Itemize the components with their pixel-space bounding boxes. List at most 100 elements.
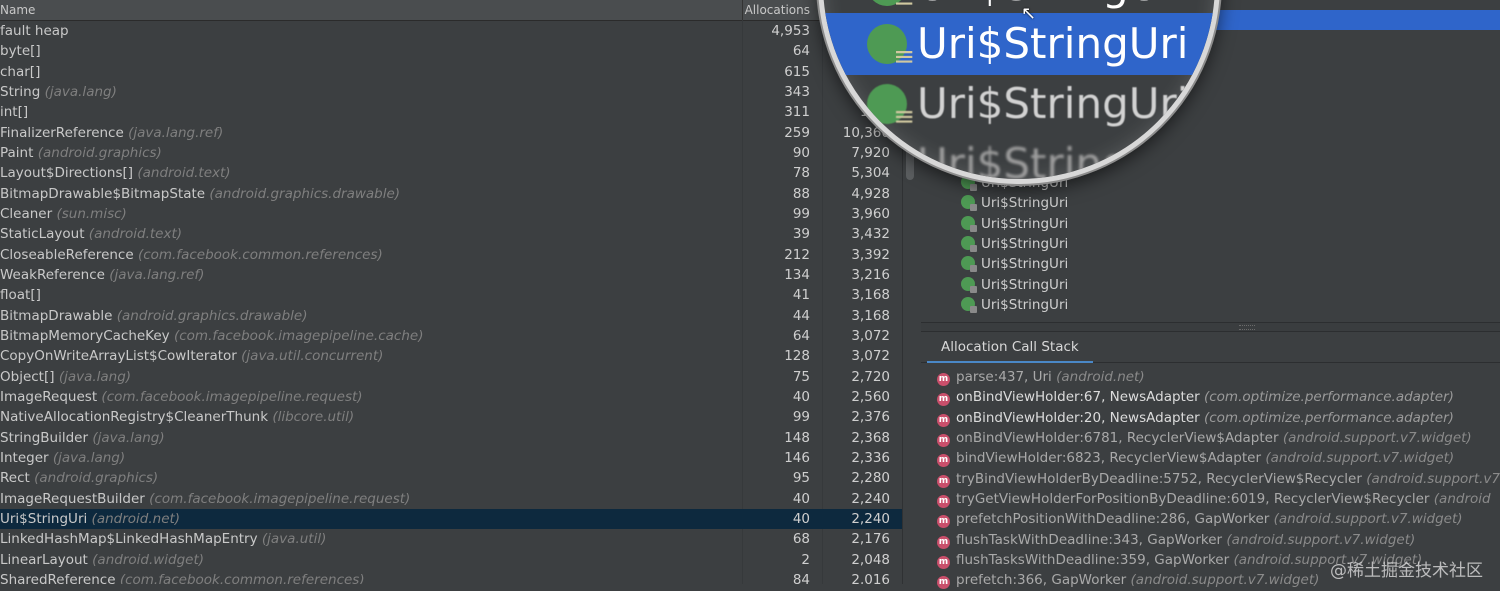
class-name: ImageRequestBuilder (com.facebook.imagep… bbox=[0, 489, 740, 509]
table-row[interactable]: Layout$Directions[] (android.text)785,30… bbox=[0, 163, 902, 183]
frame-package: (com.optimize.performance.adapter) bbox=[1203, 409, 1454, 426]
table-row[interactable]: StaticLayout (android.text) 39 3,432 bbox=[0, 224, 902, 244]
splitter-grip-icon[interactable] bbox=[1239, 325, 1255, 330]
table-row[interactable]: Uri$StringUri (android.net) 40 2,240 bbox=[0, 508, 902, 530]
magnified-row: Uri$StringUri bbox=[867, 19, 1188, 70]
frame-method: tryBindViewHolderByDeadline:5752, Recycl… bbox=[956, 470, 1362, 487]
column-header-name[interactable]: Name bbox=[0, 0, 35, 20]
package-name: (android.graphics) bbox=[37, 144, 162, 161]
class-name: SharedReference (com.facebook.common.ref… bbox=[0, 570, 740, 584]
stack-frame[interactable]: m tryBindViewHolderByDeadline:5752, Recyc… bbox=[937, 469, 1500, 489]
table-row[interactable]: fault heap 4,9537, bbox=[0, 21, 902, 41]
allocations-count: 68 bbox=[792, 531, 810, 548]
table-row[interactable]: CloseableReference (com.facebook.common.… bbox=[0, 245, 902, 265]
table-row[interactable]: Integer (java.lang) 146 2,336 bbox=[0, 448, 902, 468]
table-row[interactable]: WeakReference (java.lang.ref) 134 3,216 bbox=[0, 265, 902, 285]
heap-class-table: Name Allocations S fault heap 4,9537,byt… bbox=[0, 0, 902, 584]
class-name: Cleaner (sun.misc) bbox=[0, 204, 740, 224]
table-row[interactable]: BitmapDrawable$BitmapState (android.grap… bbox=[0, 184, 902, 204]
table-row[interactable]: Paint (android.graphics)907,920 bbox=[0, 143, 902, 163]
tab-allocation-call-stack[interactable]: Allocation Call Stack bbox=[927, 331, 1093, 363]
table-row[interactable]: float[] 41 3,168 bbox=[0, 285, 902, 305]
instance-item[interactable]: Uri$StringUri bbox=[961, 193, 1068, 213]
class-name: Integer (java.lang) bbox=[0, 448, 740, 468]
class-icon bbox=[867, 84, 915, 130]
class-name-text: StringBuilder bbox=[0, 429, 89, 446]
class-name: char[] bbox=[0, 62, 740, 82]
table-row[interactable]: NativeAllocationRegistry$CleanerThunk (l… bbox=[0, 407, 902, 427]
frame-package: (android.support.v7.widget) bbox=[1130, 572, 1320, 589]
table-row[interactable]: Cleaner (sun.misc) 99 3,960 bbox=[0, 204, 902, 224]
frame-package: (com.optimize.performance.adapter) bbox=[1203, 389, 1454, 406]
class-name: CopyOnWriteArrayList$CowIterator (java.u… bbox=[0, 346, 740, 366]
table-row[interactable]: LinkedHashMap$LinkedHashMapEntry (java.u… bbox=[0, 529, 902, 549]
table-row[interactable]: Object[] (java.lang) 75 2,720 bbox=[0, 367, 902, 387]
shallow-size: 2,240 bbox=[851, 490, 890, 507]
method-icon: m bbox=[937, 576, 950, 590]
table-row[interactable]: Rect (android.graphics) 95 2,280 bbox=[0, 468, 902, 488]
instance-label: Uri$StringUri bbox=[981, 276, 1069, 293]
frame-method: onBindViewHolder:20, NewsAdapter bbox=[956, 409, 1200, 426]
class-name: Layout$Directions[] (android.text) bbox=[0, 163, 740, 183]
table-row[interactable]: CopyOnWriteArrayList$CowIterator (java.u… bbox=[0, 346, 902, 366]
instance-label: Uri$StringUri bbox=[981, 235, 1069, 252]
method-icon: m bbox=[937, 494, 950, 508]
allocations-count: 78 bbox=[792, 165, 810, 182]
table-row[interactable]: int[] 31118,0 bbox=[0, 102, 902, 122]
stack-frame[interactable]: m bindViewHolder:6823, RecyclerView$Adapt… bbox=[937, 448, 1500, 468]
table-row[interactable]: StringBuilder (java.lang) 148 2,368 bbox=[0, 428, 902, 448]
class-name: WeakReference (java.lang.ref) bbox=[0, 265, 740, 285]
package-name: (com.facebook.imagepipeline.request) bbox=[149, 490, 411, 507]
stack-frame[interactable]: m tryGetViewHolderForPositionByDeadline:6… bbox=[937, 489, 1500, 509]
table-row[interactable]: ImageRequestBuilder (com.facebook.imagep… bbox=[0, 489, 902, 509]
frame-method: flushTasksWithDeadline:359, GapWorker bbox=[956, 551, 1230, 568]
stack-frame[interactable]: m flushTaskWithDeadline:343, GapWorker (a… bbox=[937, 530, 1500, 550]
class-name-text: int[] bbox=[0, 104, 29, 121]
class-name-text: Paint bbox=[0, 144, 34, 161]
stack-frame[interactable]: m onBindViewHolder:20, NewsAdapter (com.o… bbox=[937, 408, 1500, 428]
table-row[interactable]: char[] 6158 bbox=[0, 62, 902, 82]
class-icon bbox=[961, 235, 977, 252]
shallow-size: 3,072 bbox=[851, 327, 890, 344]
allocations-count: 615 bbox=[784, 63, 810, 80]
table-row[interactable]: BitmapMemoryCacheKey (com.facebook.image… bbox=[0, 326, 902, 346]
allocations-count: 88 bbox=[792, 185, 810, 202]
allocations-count: 41 bbox=[792, 287, 810, 304]
instance-item[interactable]: Uri$StringUri bbox=[961, 234, 1068, 254]
frame-method: tryGetViewHolderForPositionByDeadline:60… bbox=[956, 490, 1430, 507]
table-row[interactable]: ImageRequest (com.facebook.imagepipeline… bbox=[0, 387, 902, 407]
table-row[interactable]: FinalizerReference (java.lang.ref) 259 10,… bbox=[0, 123, 902, 143]
table-row[interactable]: BitmapDrawable (android.graphics.drawabl… bbox=[0, 306, 902, 326]
class-icon bbox=[867, 144, 915, 179]
method-icon: m bbox=[937, 413, 950, 427]
mouse-cursor-icon: ↖ bbox=[1021, 3, 1037, 24]
table-row[interactable]: LinearLayout (android.widget) 2 2,048 bbox=[0, 550, 902, 570]
frame-method: onBindViewHolder:6781, RecyclerView$Adap… bbox=[956, 429, 1279, 446]
instance-item[interactable]: Uri$StringUri bbox=[961, 254, 1068, 274]
class-name-text: ImageRequestBuilder bbox=[0, 490, 145, 507]
class-name-text: LinearLayout bbox=[0, 551, 88, 568]
package-name: (libcore.util) bbox=[272, 409, 355, 426]
instance-item[interactable]: Uri$StringUri bbox=[961, 214, 1068, 234]
allocations-count: 99 bbox=[792, 409, 810, 426]
stack-frame[interactable]: m parse:437, Uri (android.net) bbox=[937, 367, 1500, 387]
allocations-count: 75 bbox=[792, 368, 810, 385]
class-icon bbox=[961, 215, 977, 232]
instance-item[interactable]: Uri$StringUri bbox=[961, 275, 1068, 295]
package-name: (com.facebook.imagepipeline.cache) bbox=[173, 327, 424, 344]
table-row[interactable]: byte[] 646, bbox=[0, 41, 902, 61]
instance-item[interactable]: Uri$StringUri bbox=[961, 295, 1068, 315]
table-row[interactable]: SharedReference (com.facebook.common.ref… bbox=[0, 570, 902, 584]
allocations-count: 311 bbox=[784, 104, 810, 121]
method-icon: m bbox=[937, 515, 950, 529]
column-header-allocations[interactable]: Allocations bbox=[742, 0, 822, 20]
stack-frame[interactable]: m onBindViewHolder:67, NewsAdapter (com.o… bbox=[937, 387, 1500, 407]
package-name: (com.facebook.common.references) bbox=[137, 246, 383, 263]
table-row[interactable]: String (java.lang)3433 bbox=[0, 82, 902, 102]
class-name-text: LinkedHashMap$LinkedHashMapEntry bbox=[0, 531, 258, 548]
stack-frame[interactable]: m prefetchPositionWithDeadline:286, GapWo… bbox=[937, 509, 1500, 529]
allocations-count: 90 bbox=[792, 144, 810, 161]
method-icon: m bbox=[937, 433, 950, 447]
stack-frame[interactable]: m onBindViewHolder:6781, RecyclerView$Ada… bbox=[937, 428, 1500, 448]
class-name: BitmapMemoryCacheKey (com.facebook.image… bbox=[0, 326, 740, 346]
